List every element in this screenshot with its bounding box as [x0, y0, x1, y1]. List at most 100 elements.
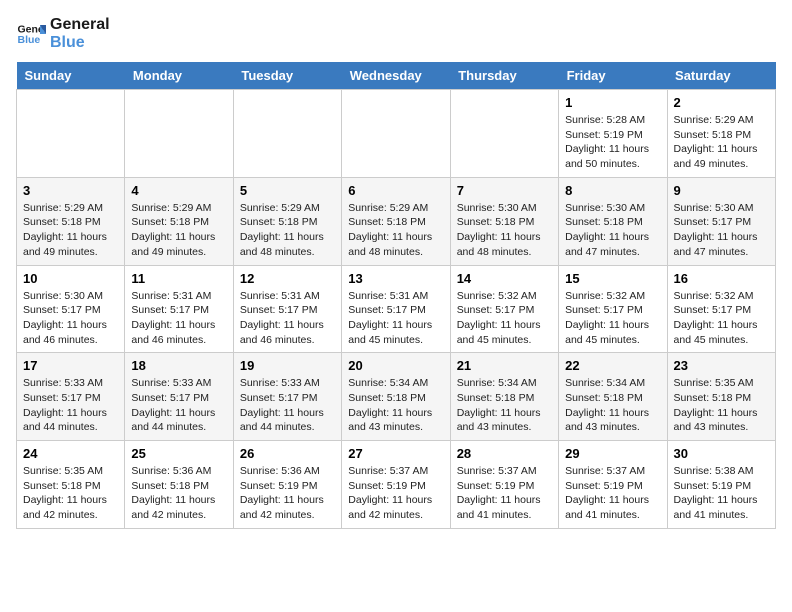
calendar-cell: 8 Sunrise: 5:30 AM Sunset: 5:18 PM Daylig… [559, 177, 667, 265]
week-row-0: 1Sunrise: 5:28 AM Sunset: 5:19 PM Daylig… [17, 90, 776, 178]
calendar-cell: 18 Sunrise: 5:33 AM Sunset: 5:17 PM Dayli… [125, 353, 233, 441]
day-number: 17 [23, 358, 118, 373]
day-header-tuesday: Tuesday [233, 62, 341, 90]
calendar-cell: 6 Sunrise: 5:29 AM Sunset: 5:18 PM Daylig… [342, 177, 450, 265]
day-number: 4 [131, 183, 226, 198]
calendar-cell: 29 Sunrise: 5:37 AM Sunset: 5:19 PM Dayli… [559, 441, 667, 529]
day-number: 30 [674, 446, 769, 461]
day-info: Sunrise: 5:29 AM Sunset: 5:18 PM Dayligh… [348, 201, 443, 260]
calendar-cell: 26 Sunrise: 5:36 AM Sunset: 5:19 PM Dayli… [233, 441, 341, 529]
day-info: Sunrise: 5:32 AM Sunset: 5:17 PM Dayligh… [565, 289, 660, 348]
calendar-cell: 3 Sunrise: 5:29 AM Sunset: 5:18 PM Daylig… [17, 177, 125, 265]
day-header-monday: Monday [125, 62, 233, 90]
day-number: 16 [674, 271, 769, 286]
logo: General Blue General Blue [16, 16, 110, 52]
day-info: Sunrise: 5:34 AM Sunset: 5:18 PM Dayligh… [565, 376, 660, 435]
day-number: 19 [240, 358, 335, 373]
calendar-cell: 17 Sunrise: 5:33 AM Sunset: 5:17 PM Dayli… [17, 353, 125, 441]
calendar-cell [233, 90, 341, 178]
calendar-cell: 1Sunrise: 5:28 AM Sunset: 5:19 PM Daylig… [559, 90, 667, 178]
day-info: Sunrise: 5:33 AM Sunset: 5:17 PM Dayligh… [131, 376, 226, 435]
calendar-cell [17, 90, 125, 178]
day-info: Sunrise: 5:32 AM Sunset: 5:17 PM Dayligh… [674, 289, 769, 348]
calendar-cell: 25 Sunrise: 5:36 AM Sunset: 5:18 PM Dayli… [125, 441, 233, 529]
day-number: 6 [348, 183, 443, 198]
day-number: 15 [565, 271, 660, 286]
logo-general: General [50, 16, 110, 34]
day-info: Sunrise: 5:35 AM Sunset: 5:18 PM Dayligh… [674, 376, 769, 435]
calendar-cell: 28Sunrise: 5:37 AM Sunset: 5:19 PM Dayli… [450, 441, 558, 529]
day-info: Sunrise: 5:30 AM Sunset: 5:17 PM Dayligh… [674, 201, 769, 260]
day-info: Sunrise: 5:29 AM Sunset: 5:18 PM Dayligh… [240, 201, 335, 260]
day-info: Sunrise: 5:36 AM Sunset: 5:19 PM Dayligh… [240, 464, 335, 523]
day-number: 9 [674, 183, 769, 198]
calendar-cell: 12Sunrise: 5:31 AM Sunset: 5:17 PM Dayli… [233, 265, 341, 353]
header: General Blue General Blue [16, 16, 776, 52]
day-info: Sunrise: 5:31 AM Sunset: 5:17 PM Dayligh… [348, 289, 443, 348]
day-info: Sunrise: 5:29 AM Sunset: 5:18 PM Dayligh… [674, 113, 769, 172]
week-row-2: 10Sunrise: 5:30 AM Sunset: 5:17 PM Dayli… [17, 265, 776, 353]
day-number: 2 [674, 95, 769, 110]
calendar-cell: 30 Sunrise: 5:38 AM Sunset: 5:19 PM Dayli… [667, 441, 775, 529]
day-number: 18 [131, 358, 226, 373]
day-info: Sunrise: 5:34 AM Sunset: 5:18 PM Dayligh… [457, 376, 552, 435]
day-number: 13 [348, 271, 443, 286]
day-header-saturday: Saturday [667, 62, 775, 90]
day-info: Sunrise: 5:37 AM Sunset: 5:19 PM Dayligh… [348, 464, 443, 523]
day-number: 20 [348, 358, 443, 373]
svg-text:Blue: Blue [18, 34, 41, 46]
day-number: 3 [23, 183, 118, 198]
day-header-wednesday: Wednesday [342, 62, 450, 90]
day-number: 29 [565, 446, 660, 461]
calendar-cell: 2 Sunrise: 5:29 AM Sunset: 5:18 PM Daylig… [667, 90, 775, 178]
day-number: 22 [565, 358, 660, 373]
calendar-cell: 22 Sunrise: 5:34 AM Sunset: 5:18 PM Dayli… [559, 353, 667, 441]
day-number: 25 [131, 446, 226, 461]
day-info: Sunrise: 5:37 AM Sunset: 5:19 PM Dayligh… [565, 464, 660, 523]
day-number: 8 [565, 183, 660, 198]
day-info: Sunrise: 5:33 AM Sunset: 5:17 PM Dayligh… [240, 376, 335, 435]
logo-icon: General Blue [16, 19, 46, 49]
day-info: Sunrise: 5:38 AM Sunset: 5:19 PM Dayligh… [674, 464, 769, 523]
day-info: Sunrise: 5:29 AM Sunset: 5:18 PM Dayligh… [131, 201, 226, 260]
week-row-4: 24Sunrise: 5:35 AM Sunset: 5:18 PM Dayli… [17, 441, 776, 529]
day-number: 12 [240, 271, 335, 286]
day-info: Sunrise: 5:34 AM Sunset: 5:18 PM Dayligh… [348, 376, 443, 435]
calendar-cell: 7Sunrise: 5:30 AM Sunset: 5:18 PM Daylig… [450, 177, 558, 265]
calendar-cell: 16 Sunrise: 5:32 AM Sunset: 5:17 PM Dayli… [667, 265, 775, 353]
day-info: Sunrise: 5:28 AM Sunset: 5:19 PM Dayligh… [565, 113, 660, 172]
day-header-thursday: Thursday [450, 62, 558, 90]
day-header-sunday: Sunday [17, 62, 125, 90]
calendar-cell: 10Sunrise: 5:30 AM Sunset: 5:17 PM Dayli… [17, 265, 125, 353]
calendar-cell [450, 90, 558, 178]
day-number: 23 [674, 358, 769, 373]
calendar-cell: 14 Sunrise: 5:32 AM Sunset: 5:17 PM Dayli… [450, 265, 558, 353]
day-info: Sunrise: 5:29 AM Sunset: 5:18 PM Dayligh… [23, 201, 118, 260]
day-info: Sunrise: 5:30 AM Sunset: 5:17 PM Dayligh… [23, 289, 118, 348]
day-info: Sunrise: 5:33 AM Sunset: 5:17 PM Dayligh… [23, 376, 118, 435]
calendar-cell: 15 Sunrise: 5:32 AM Sunset: 5:17 PM Dayli… [559, 265, 667, 353]
calendar-cell: 19 Sunrise: 5:33 AM Sunset: 5:17 PM Dayli… [233, 353, 341, 441]
day-info: Sunrise: 5:35 AM Sunset: 5:18 PM Dayligh… [23, 464, 118, 523]
day-number: 11 [131, 271, 226, 286]
calendar-cell: 27Sunrise: 5:37 AM Sunset: 5:19 PM Dayli… [342, 441, 450, 529]
day-number: 26 [240, 446, 335, 461]
calendar-cell: 20 Sunrise: 5:34 AM Sunset: 5:18 PM Dayli… [342, 353, 450, 441]
day-info: Sunrise: 5:32 AM Sunset: 5:17 PM Dayligh… [457, 289, 552, 348]
calendar-cell: 23 Sunrise: 5:35 AM Sunset: 5:18 PM Dayli… [667, 353, 775, 441]
day-info: Sunrise: 5:37 AM Sunset: 5:19 PM Dayligh… [457, 464, 552, 523]
day-info: Sunrise: 5:36 AM Sunset: 5:18 PM Dayligh… [131, 464, 226, 523]
days-header-row: SundayMondayTuesdayWednesdayThursdayFrid… [17, 62, 776, 90]
calendar-cell: 21 Sunrise: 5:34 AM Sunset: 5:18 PM Dayli… [450, 353, 558, 441]
day-number: 7 [457, 183, 552, 198]
day-info: Sunrise: 5:30 AM Sunset: 5:18 PM Dayligh… [565, 201, 660, 260]
day-number: 5 [240, 183, 335, 198]
day-number: 14 [457, 271, 552, 286]
calendar-cell: 11Sunrise: 5:31 AM Sunset: 5:17 PM Dayli… [125, 265, 233, 353]
calendar-cell: 9 Sunrise: 5:30 AM Sunset: 5:17 PM Daylig… [667, 177, 775, 265]
day-number: 21 [457, 358, 552, 373]
calendar-cell [342, 90, 450, 178]
calendar-cell: 4 Sunrise: 5:29 AM Sunset: 5:18 PM Daylig… [125, 177, 233, 265]
week-row-1: 3 Sunrise: 5:29 AM Sunset: 5:18 PM Daylig… [17, 177, 776, 265]
day-header-friday: Friday [559, 62, 667, 90]
